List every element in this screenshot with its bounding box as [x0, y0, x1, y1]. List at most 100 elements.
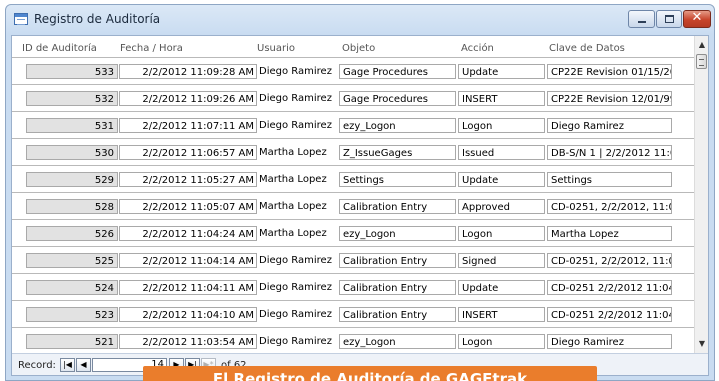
object-field[interactable]: Gage Procedures: [339, 91, 456, 106]
previous-record-button[interactable]: ◀: [76, 358, 91, 372]
maximize-button[interactable]: [656, 10, 682, 28]
datetime-field[interactable]: 2/2/2012 11:07:11 AM: [119, 118, 257, 133]
table-row[interactable]: 529 2/2/2012 11:05:27 AM Martha Lopez Se…: [12, 165, 694, 192]
user-field[interactable]: Martha Lopez: [257, 145, 337, 160]
object-field[interactable]: ezy_Logon: [339, 334, 456, 349]
title-bar[interactable]: Registro de Auditoría ✕: [6, 5, 714, 35]
data-key-field[interactable]: CP22E Revision 01/15/201: [547, 64, 672, 79]
close-button[interactable]: ✕: [683, 10, 711, 28]
table-row[interactable]: 533 2/2/2012 11:09:28 AM Diego Ramirez G…: [12, 57, 694, 84]
action-field[interactable]: Logon: [458, 334, 545, 349]
maximize-icon: [665, 15, 674, 23]
data-key-field[interactable]: CD-0251, 2/2/2012, 11:04:0: [547, 199, 672, 214]
audit-id-field[interactable]: 525: [26, 253, 118, 268]
audit-id-field[interactable]: 530: [26, 145, 118, 160]
datetime-field[interactable]: 2/2/2012 11:05:27 AM: [119, 172, 257, 187]
scroll-down-arrow-icon[interactable]: ▼: [695, 339, 708, 348]
header-audit-id: ID de Auditoría: [22, 43, 97, 54]
object-field[interactable]: Gage Procedures: [339, 64, 456, 79]
scroll-thumb[interactable]: [696, 54, 707, 69]
datetime-field[interactable]: 2/2/2012 11:06:57 AM: [119, 145, 257, 160]
datetime-field[interactable]: 2/2/2012 11:09:26 AM: [119, 91, 257, 106]
datetime-field[interactable]: 2/2/2012 11:04:11 AM: [119, 280, 257, 295]
caption-banner: El Registro de Auditoría de GAGEtrak: [143, 366, 597, 381]
object-field[interactable]: Calibration Entry: [339, 253, 456, 268]
window-title: Registro de Auditoría: [34, 12, 161, 26]
object-field[interactable]: Calibration Entry: [339, 307, 456, 322]
audit-id-field[interactable]: 526: [26, 226, 118, 241]
audit-records: 533 2/2/2012 11:09:28 AM Diego Ramirez G…: [12, 57, 694, 353]
action-field[interactable]: Signed: [458, 253, 545, 268]
scroll-up-arrow-icon[interactable]: ▲: [695, 40, 708, 49]
table-row[interactable]: 530 2/2/2012 11:06:57 AM Martha Lopez Z_…: [12, 138, 694, 165]
datetime-field[interactable]: 2/2/2012 11:03:54 AM: [119, 334, 257, 349]
audit-id-field[interactable]: 533: [26, 64, 118, 79]
first-record-button[interactable]: |◀: [60, 358, 75, 372]
object-field[interactable]: Calibration Entry: [339, 280, 456, 295]
header-action: Acción: [461, 43, 494, 54]
data-key-field[interactable]: Settings: [547, 172, 672, 187]
minimize-icon: [638, 21, 646, 23]
close-icon: ✕: [691, 10, 703, 25]
table-row[interactable]: 523 2/2/2012 11:04:10 AM Diego Ramirez C…: [12, 300, 694, 327]
object-field[interactable]: ezy_Logon: [339, 226, 456, 241]
user-field[interactable]: Martha Lopez: [257, 199, 337, 214]
header-object: Objeto: [342, 43, 376, 54]
user-field[interactable]: Martha Lopez: [257, 226, 337, 241]
user-field[interactable]: Diego Ramirez: [257, 64, 337, 79]
table-row[interactable]: 531 2/2/2012 11:07:11 AM Diego Ramirez e…: [12, 111, 694, 138]
header-datetime: Fecha / Hora: [120, 43, 183, 54]
datetime-field[interactable]: 2/2/2012 11:05:07 AM: [119, 199, 257, 214]
audit-id-field[interactable]: 531: [26, 118, 118, 133]
table-row[interactable]: 525 2/2/2012 11:04:14 AM Diego Ramirez C…: [12, 246, 694, 273]
record-label: Record:: [18, 360, 56, 371]
datetime-field[interactable]: 2/2/2012 11:04:14 AM: [119, 253, 257, 268]
action-field[interactable]: Update: [458, 280, 545, 295]
audit-id-field[interactable]: 529: [26, 172, 118, 187]
action-field[interactable]: INSERT: [458, 307, 545, 322]
table-row[interactable]: 526 2/2/2012 11:04:24 AM Martha Lopez ez…: [12, 219, 694, 246]
data-key-field[interactable]: CD-0251 2/2/2012 11:04:03: [547, 280, 672, 295]
data-key-field[interactable]: DB-S/N 1 | 2/2/2012 11:06:: [547, 145, 672, 160]
user-field[interactable]: Diego Ramirez: [257, 334, 337, 349]
header-user: Usuario: [257, 43, 296, 54]
data-key-field[interactable]: Diego Ramirez: [547, 334, 672, 349]
action-field[interactable]: INSERT: [458, 91, 545, 106]
data-key-field[interactable]: Diego Ramirez: [547, 118, 672, 133]
datetime-field[interactable]: 2/2/2012 11:04:10 AM: [119, 307, 257, 322]
user-field[interactable]: Diego Ramirez: [257, 280, 337, 295]
minimize-button[interactable]: [628, 10, 655, 28]
action-field[interactable]: Logon: [458, 118, 545, 133]
user-field[interactable]: Martha Lopez: [257, 172, 337, 187]
object-field[interactable]: Z_IssueGages: [339, 145, 456, 160]
datetime-field[interactable]: 2/2/2012 11:04:24 AM: [119, 226, 257, 241]
audit-id-field[interactable]: 521: [26, 334, 118, 349]
table-row[interactable]: 532 2/2/2012 11:09:26 AM Diego Ramirez G…: [12, 84, 694, 111]
user-field[interactable]: Diego Ramirez: [257, 91, 337, 106]
data-key-field[interactable]: CD-0251, 2/2/2012, 11:04:0: [547, 253, 672, 268]
action-field[interactable]: Update: [458, 172, 545, 187]
action-field[interactable]: Approved: [458, 199, 545, 214]
object-field[interactable]: Settings: [339, 172, 456, 187]
audit-id-field[interactable]: 528: [26, 199, 118, 214]
user-field[interactable]: Diego Ramirez: [257, 253, 337, 268]
header-data-key: Clave de Datos: [549, 43, 625, 54]
data-key-field[interactable]: CD-0251 2/2/2012 11:04:03: [547, 307, 672, 322]
user-field[interactable]: Diego Ramirez: [257, 307, 337, 322]
object-field[interactable]: ezy_Logon: [339, 118, 456, 133]
action-field[interactable]: Issued: [458, 145, 545, 160]
data-key-field[interactable]: CP22E Revision 12/01/99: [547, 91, 672, 106]
action-field[interactable]: Logon: [458, 226, 545, 241]
datetime-field[interactable]: 2/2/2012 11:09:28 AM: [119, 64, 257, 79]
audit-id-field[interactable]: 532: [26, 91, 118, 106]
action-field[interactable]: Update: [458, 64, 545, 79]
user-field[interactable]: Diego Ramirez: [257, 118, 337, 133]
table-row[interactable]: 524 2/2/2012 11:04:11 AM Diego Ramirez C…: [12, 273, 694, 300]
table-row[interactable]: 521 2/2/2012 11:03:54 AM Diego Ramirez e…: [12, 327, 694, 353]
audit-id-field[interactable]: 523: [26, 307, 118, 322]
data-key-field[interactable]: Martha Lopez: [547, 226, 672, 241]
audit-id-field[interactable]: 524: [26, 280, 118, 295]
table-row[interactable]: 528 2/2/2012 11:05:07 AM Martha Lopez Ca…: [12, 192, 694, 219]
object-field[interactable]: Calibration Entry: [339, 199, 456, 214]
vertical-scrollbar[interactable]: ▲ ▼: [694, 36, 708, 353]
